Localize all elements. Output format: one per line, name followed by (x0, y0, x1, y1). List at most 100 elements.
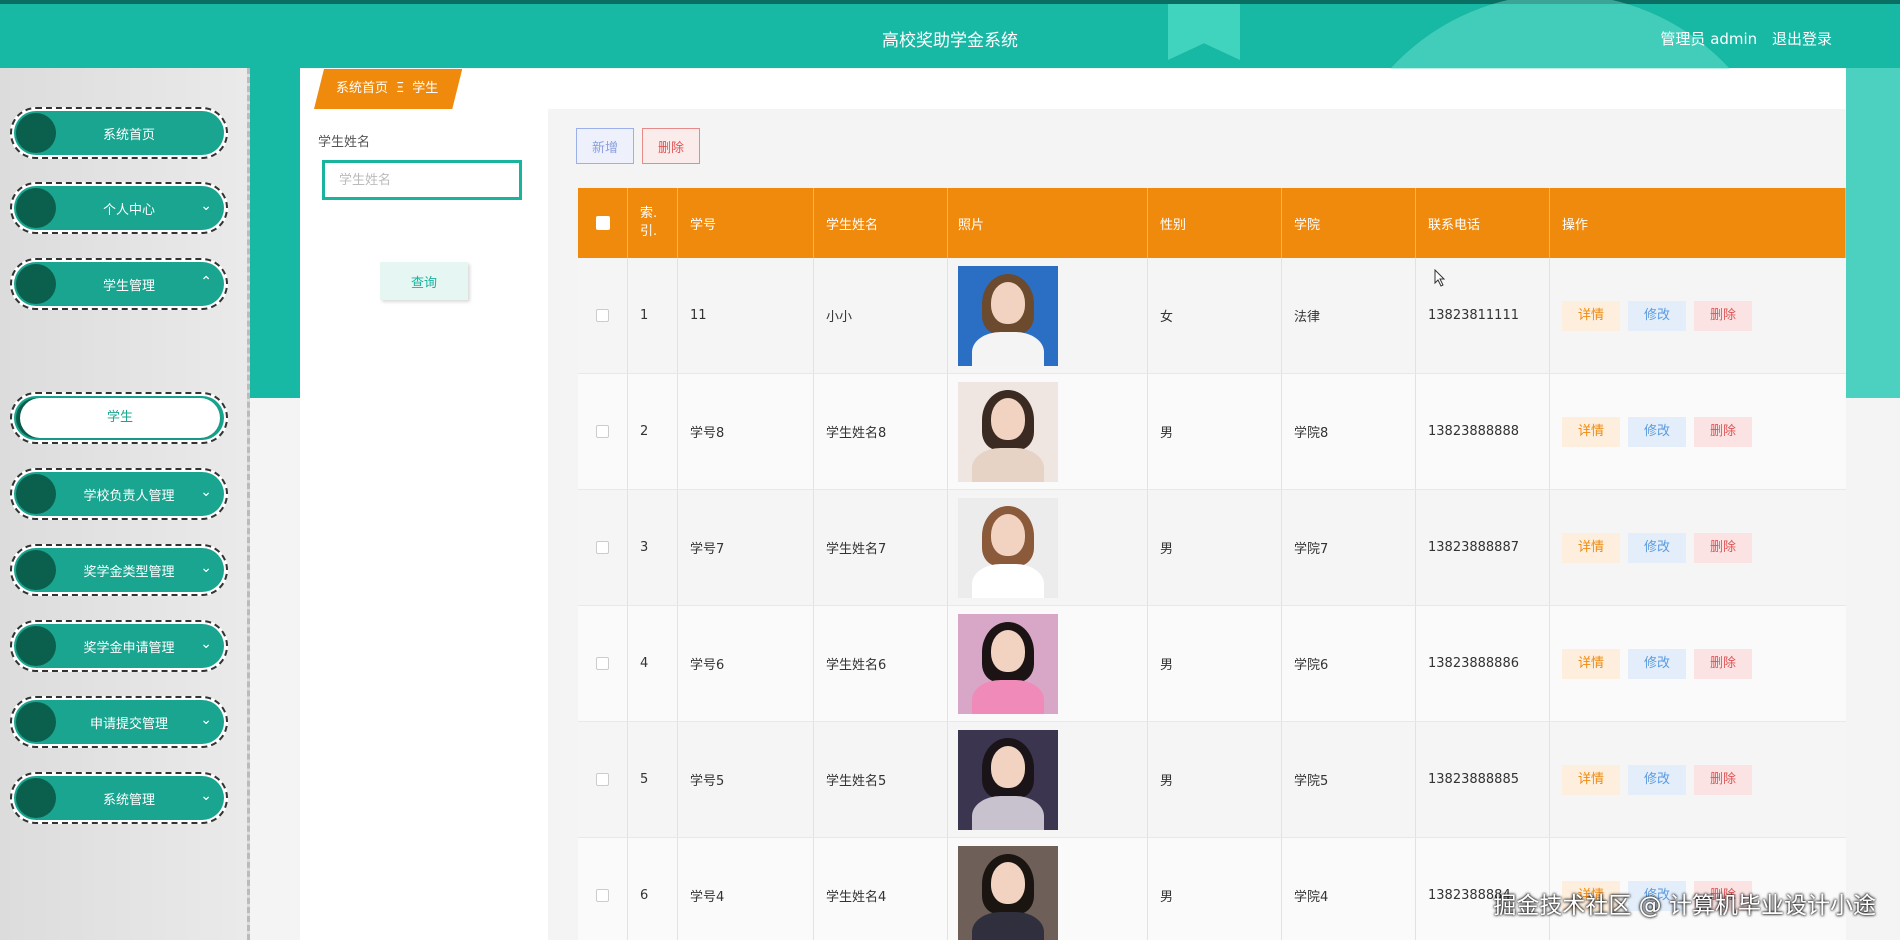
delete-button[interactable]: 删除 (1694, 648, 1752, 679)
detail-button[interactable]: 详情 (1562, 416, 1620, 447)
user-label[interactable]: 管理员 admin (1660, 30, 1757, 48)
cell-photo (948, 490, 1148, 605)
sidebar-item[interactable]: 系统首页 (10, 107, 228, 159)
sidebar-item[interactable]: 申请提交管理 ⌄ (10, 696, 228, 748)
header-gender: 性别 (1148, 188, 1282, 258)
cell-student-no: 学号7 (678, 490, 814, 605)
cell-actions: 详情 修改 删除 (1550, 722, 1846, 837)
student-photo[interactable] (958, 729, 1058, 830)
cell-gender: 男 (1148, 722, 1282, 837)
sidebar-item-label: 系统管理 (102, 793, 155, 808)
sidebar-subitem-student[interactable]: 学生 (20, 398, 220, 438)
sidebar-item-label: 系统首页 (102, 128, 155, 143)
student-photo[interactable] (958, 613, 1058, 714)
menu-dot-icon (16, 113, 56, 153)
cell-student-no: 学号5 (678, 722, 814, 837)
cell-phone: 13823888885 (1416, 722, 1550, 837)
row-select (578, 838, 628, 940)
cell-index: 3 (628, 490, 678, 605)
cell-index: 4 (628, 606, 678, 721)
row-checkbox[interactable] (596, 541, 609, 554)
sidebar-item[interactable]: 系统管理 ⌄ (10, 772, 228, 824)
cell-gender: 男 (1148, 374, 1282, 489)
logout-link[interactable]: 退出登录 (1772, 30, 1832, 48)
chevron-icon: ⌄ (200, 788, 212, 804)
row-checkbox[interactable] (596, 425, 609, 438)
sidebar-item-label: 个人中心 (102, 203, 155, 218)
chevron-icon: ⌄ (200, 198, 212, 214)
menu-dot-icon (16, 188, 56, 228)
query-button[interactable]: 查询 (380, 262, 468, 300)
chevron-icon: ⌄ (200, 712, 212, 728)
detail-button[interactable]: 详情 (1562, 532, 1620, 563)
cell-actions: 详情 修改 删除 (1550, 606, 1846, 721)
sidebar-item[interactable]: 学生管理 ⌃ (10, 258, 228, 310)
breadcrumb-separator: Ξ (396, 81, 405, 96)
cell-phone: 13823888888 (1416, 374, 1550, 489)
cell-photo (948, 258, 1148, 373)
delete-button[interactable]: 删除 (1694, 416, 1752, 447)
sidebar-item[interactable]: 奖学金类型管理 ⌄ (10, 544, 228, 596)
table-row: 1 11 小小女法律 13823811111 详情 修改 删除 (578, 258, 1846, 374)
cell-student-name: 学生姓名8 (814, 374, 948, 489)
search-label: 学生姓名 (318, 135, 371, 150)
batch-delete-button[interactable]: 删除 (642, 128, 700, 164)
table-row: 3 学号7 学生姓名7 男学院7 13823888887 详情 修改 删除 (578, 490, 1846, 606)
delete-button[interactable]: 删除 (1694, 300, 1752, 331)
cell-phone: 13823888886 (1416, 606, 1550, 721)
detail-button[interactable]: 详情 (1562, 300, 1620, 331)
cell-college: 学院5 (1282, 722, 1416, 837)
breadcrumb-home[interactable]: 系统首页 (336, 81, 388, 96)
app-title: 高校奖助学金系统 (882, 31, 1018, 51)
table-header: 索. 引. 学号 学生姓名 照片 性别 学院 联系电话 操作 (578, 188, 1846, 258)
cell-actions: 详情 修改 删除 (1550, 258, 1846, 373)
student-photo[interactable] (958, 845, 1058, 940)
student-name-search-input[interactable] (322, 160, 522, 200)
sidebar-item-label: 学校负责人管理 (83, 489, 175, 504)
cell-student-no: 学号6 (678, 606, 814, 721)
cell-student-name: 学生姓名7 (814, 490, 948, 605)
chevron-icon: ⌄ (200, 636, 212, 652)
cell-gender: 男 (1148, 838, 1282, 940)
header-college: 学院 (1282, 188, 1416, 258)
chevron-icon: ⌃ (200, 274, 212, 290)
cell-student-name: 小小 (814, 258, 948, 373)
breadcrumb-current: 学生 (412, 81, 439, 96)
delete-button[interactable]: 删除 (1694, 532, 1752, 563)
menu-dot-icon (16, 264, 56, 304)
add-button[interactable]: 新增 (576, 128, 634, 164)
sidebar-item[interactable]: 奖学金申请管理 ⌄ (10, 620, 228, 672)
edit-button[interactable]: 修改 (1628, 300, 1686, 331)
row-select (578, 490, 628, 605)
cell-gender: 男 (1148, 490, 1282, 605)
edit-button[interactable]: 修改 (1628, 532, 1686, 563)
edit-button[interactable]: 修改 (1628, 416, 1686, 447)
student-photo[interactable] (958, 497, 1058, 598)
detail-button[interactable]: 详情 (1562, 764, 1620, 795)
header-photo: 照片 (948, 188, 1148, 258)
sidebar-item[interactable]: 学校负责人管理 ⌄ (10, 468, 228, 520)
sidebar-item[interactable]: 个人中心 ⌄ (10, 182, 228, 234)
cell-index: 1 (628, 258, 678, 373)
row-checkbox[interactable] (596, 773, 609, 786)
menu-dot-icon (16, 550, 56, 590)
cell-college: 学院7 (1282, 490, 1416, 605)
cell-student-no: 学号4 (678, 838, 814, 940)
cell-college: 学院8 (1282, 374, 1416, 489)
cell-index: 5 (628, 722, 678, 837)
chevron-icon: ⌄ (200, 560, 212, 576)
student-photo[interactable] (958, 381, 1058, 482)
detail-button[interactable]: 详情 (1562, 648, 1620, 679)
row-checkbox[interactable] (596, 657, 609, 670)
edit-button[interactable]: 修改 (1628, 648, 1686, 679)
delete-button[interactable]: 删除 (1694, 764, 1752, 795)
select-all-checkbox[interactable] (595, 216, 610, 230)
student-photo[interactable] (958, 265, 1058, 366)
row-checkbox[interactable] (596, 889, 609, 902)
row-checkbox[interactable] (596, 309, 609, 322)
cell-actions: 详情 修改 删除 (1550, 490, 1846, 605)
table-row: 2 学号8 学生姓名8 男学院8 13823888888 详情 修改 删除 (578, 374, 1846, 490)
header-student-name: 学生姓名 (814, 188, 948, 258)
edit-button[interactable]: 修改 (1628, 764, 1686, 795)
menu-dot-icon (16, 778, 56, 818)
